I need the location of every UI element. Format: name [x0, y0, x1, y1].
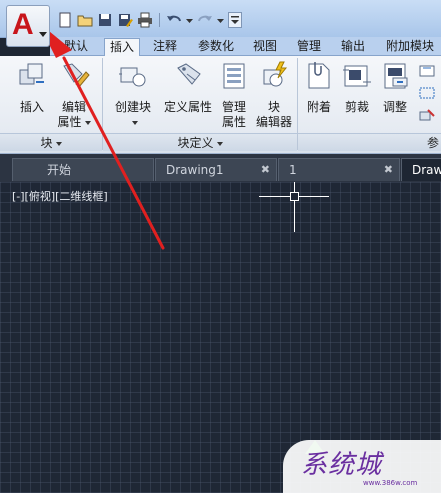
- edit-attribute-button[interactable]: 编辑 属性: [54, 60, 94, 130]
- manage-attribute-button[interactable]: 管理 属性: [216, 60, 252, 130]
- toolbar-separator: [159, 13, 160, 27]
- snap-icon[interactable]: [418, 108, 436, 125]
- application-menu-button[interactable]: A: [6, 5, 50, 47]
- print-icon[interactable]: [137, 12, 153, 28]
- tab-annotate[interactable]: 注释: [146, 38, 184, 56]
- autocad-logo-icon: A: [12, 8, 34, 41]
- document-tab-bar: 开始 Drawing1 ✖ 1 ✖ Draw: [0, 154, 441, 182]
- attribute-label: 属性: [54, 115, 94, 130]
- viewport-controls-label[interactable]: [-][俯视][二维线框]: [12, 188, 108, 204]
- frames-icon[interactable]: [418, 86, 436, 103]
- insert-block-icon: [16, 60, 48, 92]
- adjust-icon: [379, 60, 411, 92]
- attach-icon: [303, 60, 335, 92]
- create-block-button[interactable]: 创建块: [110, 60, 156, 130]
- close-icon[interactable]: ✖: [384, 159, 393, 181]
- tab-manage[interactable]: 管理: [290, 38, 328, 56]
- attribute-label: 属性: [221, 115, 246, 129]
- define-attribute-icon: [172, 60, 204, 92]
- doc-tab-label: 1: [289, 163, 297, 177]
- tab-view[interactable]: 视图: [248, 38, 282, 56]
- saveas-icon[interactable]: [117, 12, 133, 28]
- edit-label: 编辑: [61, 100, 86, 114]
- tab-parametric[interactable]: 参数化: [190, 38, 242, 56]
- block-label: 块: [267, 100, 280, 114]
- create-block-label: 创建块: [114, 100, 151, 114]
- title-bar: [0, 0, 441, 38]
- ribbon-panel: 插入 编辑 属性 创建块 定义属性 管理 属性 块 编辑器 附着 剪裁 调整 块…: [0, 56, 441, 154]
- panel-title-reference[interactable]: 参: [298, 133, 441, 151]
- define-attribute-label: 定义属性: [163, 100, 212, 114]
- clip-icon: [341, 60, 373, 92]
- doc-tab-1[interactable]: 1 ✖: [278, 158, 400, 181]
- crosshair-pickbox: [290, 192, 299, 201]
- watermark-url: www.386w.com: [363, 479, 418, 487]
- block-editor-icon: [258, 60, 290, 92]
- chevron-down-icon: [39, 32, 47, 37]
- crosshair-vertical: [294, 182, 295, 232]
- panel-title-block[interactable]: 块: [0, 133, 102, 151]
- doc-tab-drawing1[interactable]: Drawing1 ✖: [155, 158, 277, 181]
- adjust-button[interactable]: 调整: [378, 60, 412, 115]
- doc-tab-label: Drawing1: [166, 163, 224, 177]
- new-icon[interactable]: [57, 12, 73, 28]
- tab-output[interactable]: 输出: [334, 38, 372, 56]
- watermark-text: 系统城: [301, 450, 383, 480]
- redo-icon[interactable]: [197, 12, 213, 28]
- tab-default[interactable]: 默认: [58, 38, 94, 56]
- undo-icon[interactable]: [166, 12, 182, 28]
- define-attribute-button[interactable]: 定义属性: [160, 60, 216, 115]
- adjust-label: 调整: [382, 100, 407, 114]
- ribbon-tab-bar: 默认 插入 注释 参数化 视图 管理 输出 附加模块: [50, 37, 441, 57]
- create-block-icon: [117, 60, 149, 92]
- save-icon[interactable]: [97, 12, 113, 28]
- insert-label: 插入: [19, 100, 44, 114]
- clip-label: 剪裁: [344, 100, 369, 114]
- clip-button[interactable]: 剪裁: [340, 60, 374, 115]
- doc-tab-start[interactable]: 开始: [12, 158, 154, 181]
- reference-small-tools: [418, 64, 438, 124]
- doc-tab-label: 开始: [47, 163, 72, 177]
- undo-dropdown-icon[interactable]: [186, 12, 193, 28]
- redo-dropdown-icon[interactable]: [217, 12, 224, 28]
- manage-attribute-icon: [218, 60, 250, 92]
- tab-addins[interactable]: 附加模块: [380, 38, 440, 56]
- create-block-dropdown[interactable]: [110, 115, 156, 130]
- attach-label: 附着: [306, 100, 331, 114]
- insert-button[interactable]: 插入: [12, 60, 52, 115]
- customize-icon[interactable]: [228, 12, 242, 28]
- manage-label: 管理: [221, 100, 246, 114]
- attach-button[interactable]: 附着: [302, 60, 336, 115]
- quick-access-toolbar: [57, 10, 242, 30]
- doc-tab-current[interactable]: Draw: [401, 158, 441, 181]
- open-icon[interactable]: [77, 12, 93, 28]
- doc-tab-label: Draw: [412, 163, 441, 177]
- editor-label: 编辑器: [255, 115, 292, 129]
- underlay-icon[interactable]: [418, 64, 436, 81]
- close-icon[interactable]: ✖: [261, 159, 270, 181]
- watermark: 系统城 www.386w.com: [283, 440, 441, 493]
- edit-attribute-icon: [58, 60, 90, 92]
- panel-title-block-definition[interactable]: 块定义: [103, 133, 297, 151]
- block-editor-button[interactable]: 块 编辑器: [254, 60, 294, 130]
- tab-insert[interactable]: 插入: [104, 38, 140, 57]
